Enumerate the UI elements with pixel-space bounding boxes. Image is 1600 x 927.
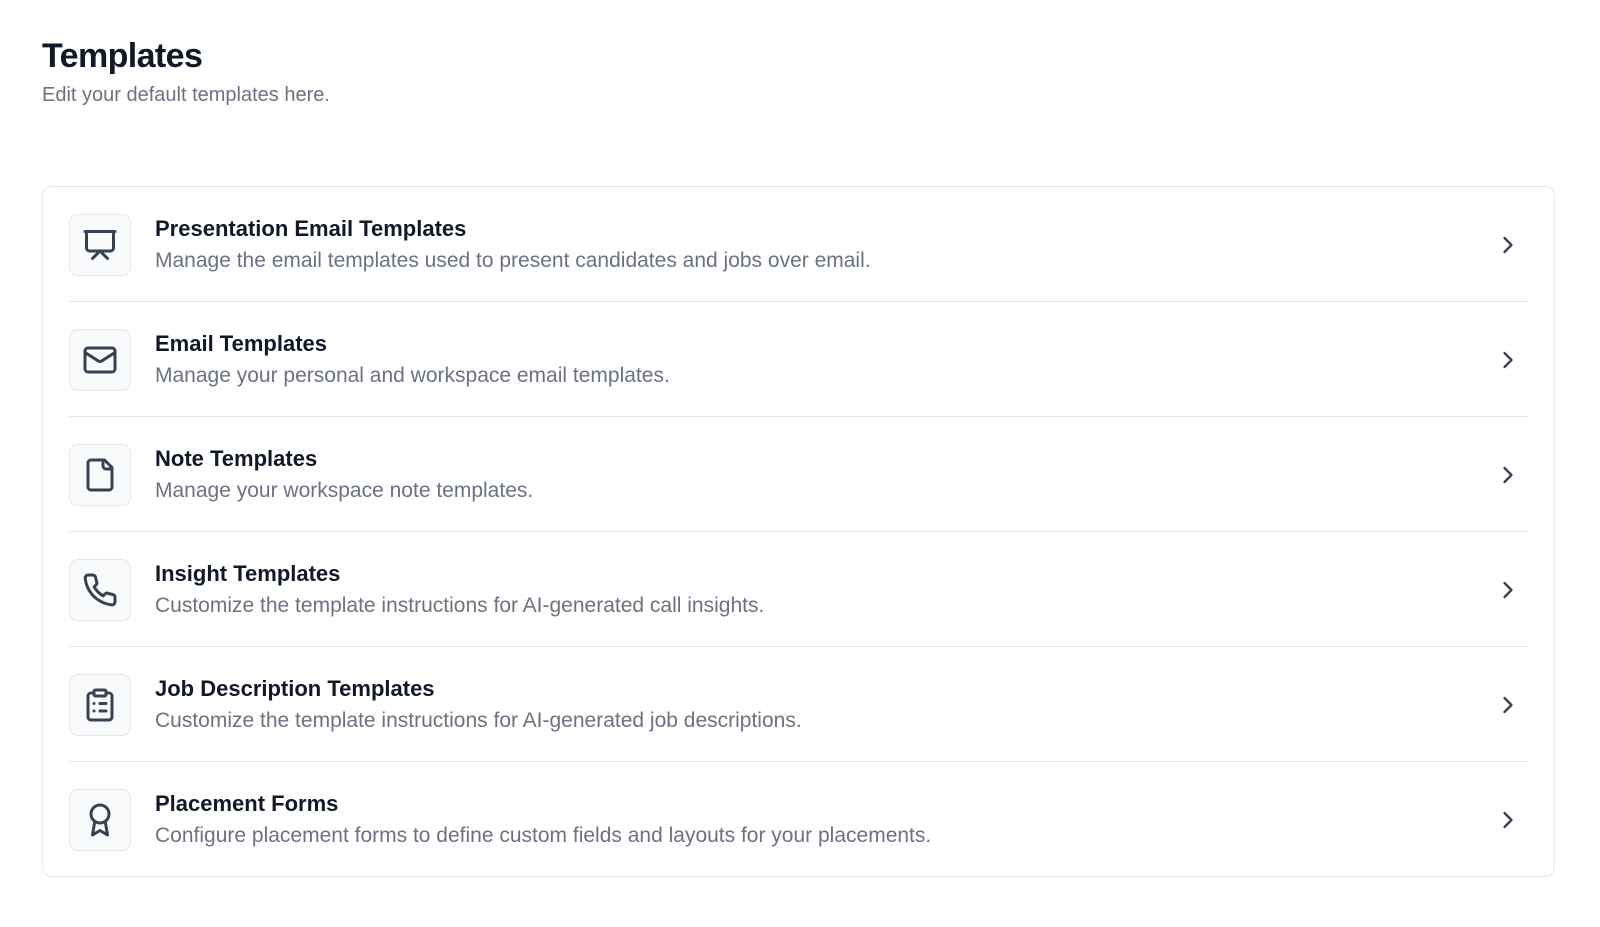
item-description: Manage your personal and workspace email… — [155, 363, 670, 387]
item-description: Manage your workspace note templates. — [155, 478, 534, 502]
clipboard-list-icon — [69, 673, 131, 736]
chevron-right-icon[interactable] — [1494, 691, 1522, 719]
list-item-job-description-templates[interactable]: Job Description Templates Customize the … — [69, 647, 1528, 762]
item-description: Manage the email templates used to prese… — [155, 248, 871, 272]
list-item-note-templates[interactable]: Note Templates Manage your workspace not… — [69, 417, 1528, 532]
item-title: Presentation Email Templates — [155, 215, 467, 241]
mail-icon — [69, 328, 131, 391]
item-title: Placement Forms — [155, 790, 339, 816]
file-icon — [69, 443, 131, 506]
item-description: Customize the template instructions for … — [155, 593, 765, 617]
chevron-right-icon[interactable] — [1494, 806, 1522, 834]
list-item-email-templates[interactable]: Email Templates Manage your personal and… — [69, 302, 1528, 417]
chevron-right-icon[interactable] — [1494, 346, 1522, 374]
item-title: Job Description Templates — [155, 675, 435, 701]
award-icon — [69, 788, 131, 851]
phone-icon — [69, 558, 131, 621]
chevron-right-icon[interactable] — [1494, 461, 1522, 489]
list-item-presentation-email-templates[interactable]: Presentation Email Templates Manage the … — [69, 187, 1528, 302]
chevron-right-icon[interactable] — [1494, 576, 1522, 604]
templates-list: Presentation Email Templates Manage the … — [42, 186, 1555, 877]
page-subtitle: Edit your default templates here. — [42, 84, 330, 106]
item-title: Note Templates — [155, 445, 318, 471]
item-description: Customize the template instructions for … — [155, 708, 802, 732]
page-title: Templates — [42, 37, 203, 75]
item-title: Insight Templates — [155, 560, 341, 586]
item-description: Configure placement forms to define cust… — [155, 823, 932, 847]
list-item-placement-forms[interactable]: Placement Forms Configure placement form… — [69, 762, 1528, 877]
item-title: Email Templates — [155, 330, 327, 356]
chevron-right-icon[interactable] — [1494, 231, 1522, 259]
list-item-insight-templates[interactable]: Insight Templates Customize the template… — [69, 532, 1528, 647]
presentation-icon — [69, 213, 131, 276]
templates-page: Templates Edit your default templates he… — [0, 0, 1600, 927]
